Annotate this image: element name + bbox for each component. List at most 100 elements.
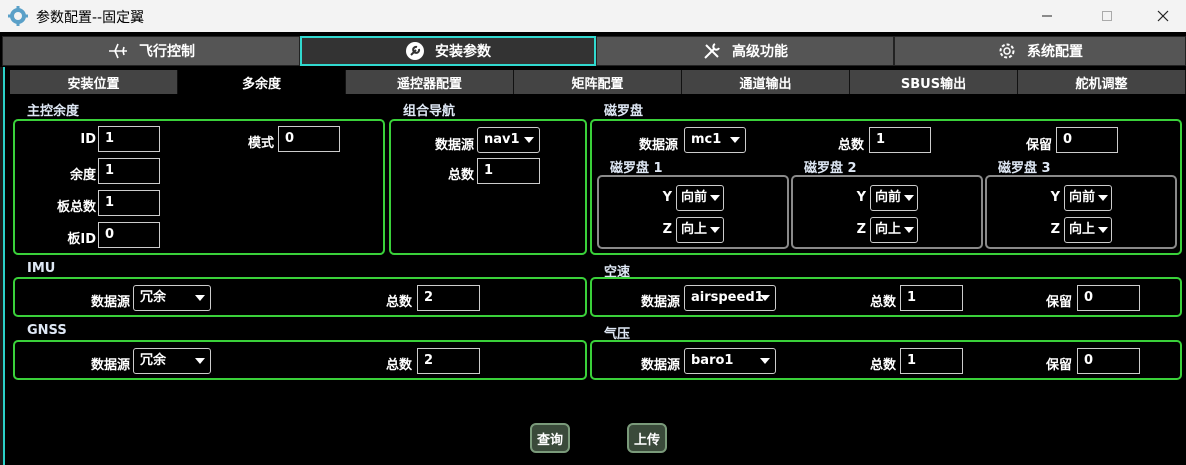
main-control-title: 主控余度 — [27, 104, 80, 119]
compass-source-label: 数据源 — [638, 138, 678, 153]
airspeed-source-value: airspeed1 — [691, 290, 764, 305]
compass-1-y-label: Y — [662, 190, 672, 205]
compass-reserved-label: 保留 — [1025, 138, 1052, 153]
nav-source-label: 数据源 — [434, 138, 474, 153]
boards-label: 板总数 — [56, 200, 96, 215]
tools-icon — [704, 43, 720, 59]
top-tab-bar: 飞行控制 安装参数 高级功能 系统配置 — [2, 36, 1186, 66]
gnss-title: GNSS — [27, 323, 67, 338]
main-panel: 飞行控制 安装参数 高级功能 系统配置 安装位置 多余度 遥控器配置 矩阵配置 … — [0, 32, 1186, 465]
nav-total-label: 总数 — [447, 168, 474, 183]
subtab-servo-adjust[interactable]: 舵机调整 — [1018, 70, 1186, 94]
subtab-channel-output[interactable]: 通道输出 — [682, 70, 850, 94]
chevron-down-icon — [710, 195, 720, 201]
compass-2-y-label: Y — [856, 190, 866, 205]
compass-1-z-label: Z — [662, 222, 672, 237]
subtab-redundancy[interactable]: 多余度 — [178, 70, 346, 94]
chevron-down-icon — [904, 195, 914, 201]
id-field[interactable]: 1 — [98, 126, 160, 152]
mode-label: 模式 — [247, 136, 274, 151]
board-id-field[interactable]: 0 — [98, 222, 160, 248]
mode-field[interactable]: 0 — [278, 126, 340, 152]
gnss-source-label: 数据源 — [90, 358, 130, 373]
left-edge — [0, 67, 5, 465]
compass-title: 磁罗盘 — [604, 104, 644, 119]
tab-advanced[interactable]: 高级功能 — [596, 36, 894, 66]
board-id-label: 板ID — [67, 232, 96, 247]
compass-1-z-value: 向上 — [681, 222, 708, 237]
imu-total-label: 总数 — [385, 295, 412, 310]
airspeed-total-field[interactable]: 1 — [900, 285, 963, 311]
tab-label: 高级功能 — [732, 44, 788, 60]
close-button[interactable] — [1140, 0, 1186, 32]
compass-2-z-select[interactable]: 向上 — [870, 217, 918, 243]
tab-system-config[interactable]: 系统配置 — [894, 36, 1186, 66]
chevron-down-icon — [524, 137, 534, 143]
compass-2-y-value: 向前 — [875, 190, 902, 205]
tab-install-params[interactable]: 安装参数 — [300, 36, 596, 66]
boards-field[interactable]: 1 — [98, 190, 160, 216]
chevron-down-icon — [710, 227, 720, 233]
subtab-rc-config[interactable]: 遥控器配置 — [346, 70, 514, 94]
compass-total-label: 总数 — [837, 138, 864, 153]
compass-source-value: mc1 — [691, 132, 722, 147]
tab-label: 飞行控制 — [139, 44, 195, 60]
subtab-sbus-output[interactable]: SBUS输出 — [850, 70, 1018, 94]
tab-label: 系统配置 — [1027, 44, 1083, 60]
gear-icon — [999, 43, 1015, 59]
nav-source-select[interactable]: nav1 — [477, 127, 540, 153]
imu-source-select[interactable]: 冗余 — [133, 285, 211, 311]
baro-source-select[interactable]: baro1 — [684, 348, 776, 374]
id-label: ID — [80, 132, 96, 147]
sub-tab-bar: 安装位置 多余度 遥控器配置 矩阵配置 通道输出 SBUS输出 舵机调整 — [10, 70, 1186, 94]
nav-source-value: nav1 — [484, 132, 520, 147]
compass-2-y-select[interactable]: 向前 — [870, 185, 918, 211]
subtab-install-position[interactable]: 安装位置 — [10, 70, 178, 94]
app-icon — [8, 6, 28, 26]
baro-source-value: baro1 — [691, 353, 734, 368]
airspeed-source-select[interactable]: airspeed1 — [684, 285, 776, 311]
airspeed-source-label: 数据源 — [640, 295, 680, 310]
compass-source-select[interactable]: mc1 — [684, 127, 746, 153]
baro-reserved-field[interactable]: 0 — [1077, 348, 1140, 374]
gnss-total-field[interactable]: 2 — [417, 348, 480, 374]
compass-reserved-field[interactable]: 0 — [1056, 127, 1118, 153]
compass-3-y-select[interactable]: 向前 — [1064, 185, 1112, 211]
compass-3-z-value: 向上 — [1069, 222, 1096, 237]
compass-3-y-label: Y — [1050, 190, 1060, 205]
tab-flight-control[interactable]: 飞行控制 — [2, 36, 300, 66]
airspeed-reserved-field[interactable]: 0 — [1077, 285, 1140, 311]
gnss-source-value: 冗余 — [140, 353, 167, 368]
tab-label: 安装参数 — [435, 44, 491, 60]
compass-3-z-label: Z — [1050, 222, 1060, 237]
chevron-down-icon — [904, 227, 914, 233]
minimize-button[interactable] — [1024, 0, 1070, 32]
airspeed-reserved-label: 保留 — [1045, 295, 1072, 310]
subtab-matrix-config[interactable]: 矩阵配置 — [514, 70, 682, 94]
imu-total-field[interactable]: 2 — [417, 285, 480, 311]
maximize-button[interactable] — [1084, 0, 1130, 32]
compass-3-z-select[interactable]: 向上 — [1064, 217, 1112, 243]
redundancy-field[interactable]: 1 — [98, 158, 160, 184]
gnss-source-select[interactable]: 冗余 — [133, 348, 211, 374]
compass-1-z-select[interactable]: 向上 — [676, 217, 724, 243]
compass-total-field[interactable]: 1 — [869, 127, 931, 153]
chevron-down-icon — [730, 137, 740, 143]
window-title: 参数配置--固定翼 — [36, 10, 145, 26]
gnss-total-label: 总数 — [385, 358, 412, 373]
maximize-icon — [1102, 11, 1112, 21]
integrated-nav-title: 组合导航 — [403, 104, 456, 119]
nav-total-field[interactable]: 1 — [477, 158, 540, 184]
baro-source-label: 数据源 — [640, 358, 680, 373]
airplane-icon — [109, 43, 127, 59]
close-icon — [1157, 10, 1169, 22]
compass-2-z-value: 向上 — [875, 222, 902, 237]
chevron-down-icon — [195, 295, 205, 301]
wrench-icon — [406, 42, 424, 60]
query-button[interactable]: 查询 — [530, 423, 570, 453]
airspeed-total-label: 总数 — [869, 295, 896, 310]
upload-button[interactable]: 上传 — [627, 423, 667, 453]
baro-total-field[interactable]: 1 — [900, 348, 963, 374]
compass-unit-3-title: 磁罗盘 3 — [998, 161, 1051, 176]
compass-1-y-select[interactable]: 向前 — [676, 185, 724, 211]
